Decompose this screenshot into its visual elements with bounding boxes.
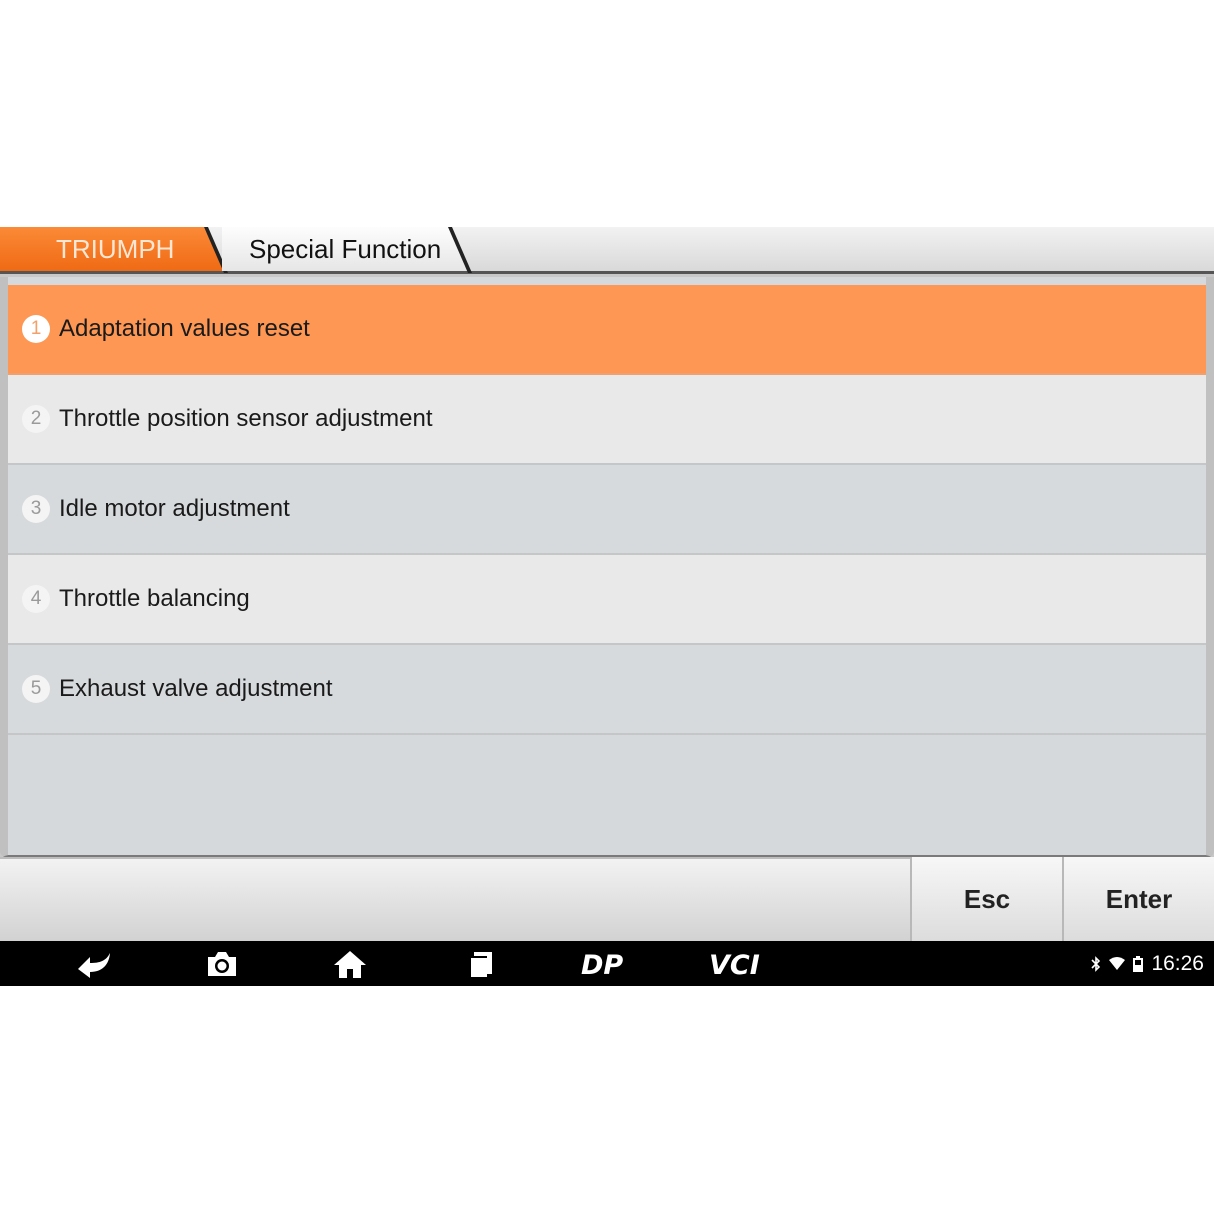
menu-item-adaptation-values-reset[interactable]: 1 Adaptation values reset [8, 285, 1206, 375]
status-area: 16:26 [1091, 941, 1204, 986]
breadcrumb: TRIUMPH Special Function [0, 227, 1214, 274]
dp-icon[interactable]: DP [578, 947, 640, 981]
breadcrumb-section[interactable]: Special Function [222, 227, 470, 271]
item-number-badge: 4 [22, 585, 50, 613]
camera-icon[interactable] [202, 947, 242, 981]
item-number-badge: 3 [22, 495, 50, 523]
esc-button[interactable]: Esc [910, 857, 1062, 941]
menu-item-label: Exhaust valve adjustment [59, 675, 333, 702]
breadcrumb-brand[interactable]: TRIUMPH [0, 227, 224, 271]
menu-item-idle-motor-adjustment[interactable]: 3 Idle motor adjustment [8, 465, 1206, 555]
battery-icon [1133, 955, 1144, 972]
bluetooth-icon [1091, 955, 1101, 972]
action-bar-spacer [0, 857, 910, 941]
breadcrumb-section-label: Special Function [249, 233, 442, 264]
item-number-badge: 1 [22, 315, 50, 343]
enter-button[interactable]: Enter [1062, 857, 1214, 941]
menu-item-throttle-position-sensor-adjustment[interactable]: 2 Throttle position sensor adjustment [8, 375, 1206, 465]
system-navbar: DP VCI 16:26 [0, 941, 1214, 986]
menu-item-exhaust-valve-adjustment[interactable]: 5 Exhaust valve adjustment [8, 645, 1206, 735]
item-number-badge: 5 [22, 675, 50, 703]
recent-apps-icon[interactable] [462, 947, 498, 981]
menu-item-label: Idle motor adjustment [59, 495, 290, 522]
back-icon[interactable] [72, 947, 116, 981]
vci-label: VCI [709, 951, 760, 977]
menu-item-label: Throttle balancing [59, 585, 250, 612]
dp-label: DP [581, 951, 623, 977]
menu-item-label: Adaptation values reset [59, 315, 310, 342]
status-time: 16:26 [1151, 951, 1204, 975]
function-menu: 1 Adaptation values reset 2 Throttle pos… [0, 277, 1214, 857]
diagnostic-screen: TRIUMPH Special Function 1 Adaptation va… [0, 227, 1214, 986]
vci-icon[interactable]: VCI [706, 947, 772, 981]
home-icon[interactable] [330, 947, 370, 981]
menu-item-label: Throttle position sensor adjustment [59, 405, 433, 432]
item-number-badge: 2 [22, 405, 50, 433]
breadcrumb-brand-label: TRIUMPH [56, 233, 175, 264]
menu-item-throttle-balancing[interactable]: 4 Throttle balancing [8, 555, 1206, 645]
action-bar: Esc Enter [0, 857, 1214, 941]
wifi-icon [1109, 956, 1126, 970]
